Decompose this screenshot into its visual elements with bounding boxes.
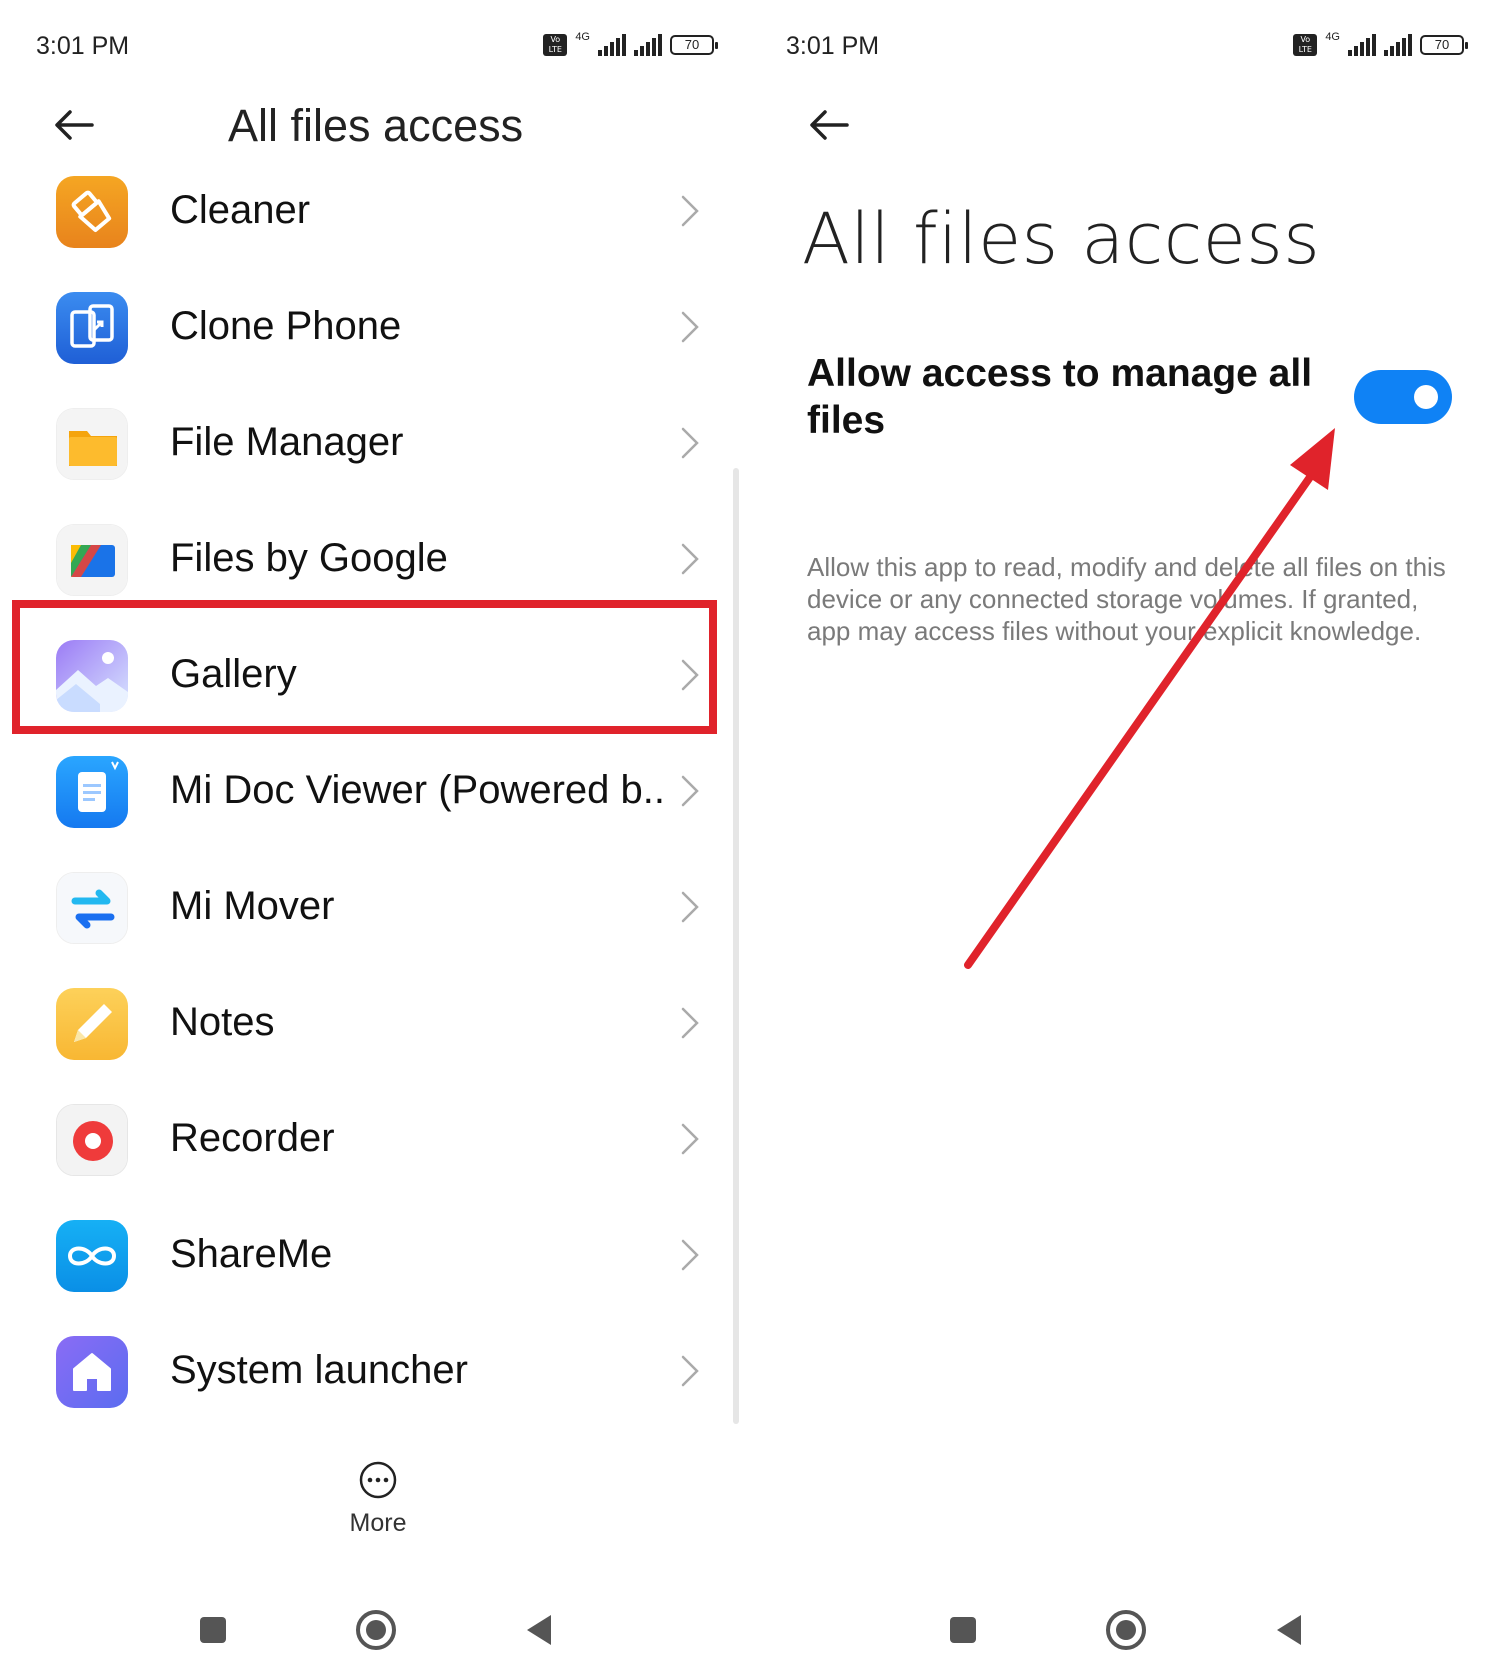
app-name: Files by Google <box>170 536 448 580</box>
app-name: File Manager <box>170 420 404 464</box>
nav-back-button[interactable] <box>515 1605 565 1655</box>
mi-doc-viewer-icon <box>56 756 128 828</box>
more-options-icon <box>359 1461 397 1499</box>
battery-icon: 70 <box>670 35 718 55</box>
chevron-right-icon <box>680 1354 700 1388</box>
triangle-back-icon <box>527 1615 551 1645</box>
app-name: Recorder <box>170 1116 335 1160</box>
mi-mover-icon <box>56 872 128 944</box>
files-by-google-icon <box>56 524 128 596</box>
allow-access-toggle[interactable] <box>1354 370 1452 424</box>
status-bar: 3:01 PM Vo LTE 4G 70 <box>36 30 718 66</box>
volte-icon: Vo LTE <box>1293 34 1318 56</box>
volte-icon: Vo LTE <box>543 34 568 56</box>
shareme-icon <box>56 1220 128 1292</box>
app-list: Cleaner Clone Phone File Manager Files b… <box>0 152 720 1428</box>
back-button[interactable] <box>805 100 855 150</box>
notes-icon <box>56 988 128 1060</box>
app-list-screen: 3:01 PM Vo LTE 4G 70 All files access Cle… <box>0 0 750 1667</box>
network-type: 4G <box>575 31 590 43</box>
list-item-mi-doc-viewer[interactable]: Mi Doc Viewer (Powered b.. <box>0 732 720 848</box>
status-indicators: Vo LTE 4G 70 <box>1293 31 1468 56</box>
home-button[interactable] <box>351 1605 401 1655</box>
status-time: 3:01 PM <box>36 32 130 60</box>
page-title: All files access <box>228 100 524 151</box>
setting-label: Allow access to manage all files <box>807 352 1313 442</box>
app-name: Notes <box>170 1000 275 1044</box>
chevron-right-icon <box>680 1238 700 1272</box>
list-item-recorder[interactable]: Recorder <box>0 1080 720 1196</box>
status-time: 3:01 PM <box>786 32 880 60</box>
signal-icon <box>1348 34 1376 56</box>
chevron-right-icon <box>680 194 700 228</box>
file-manager-icon <box>56 408 128 480</box>
app-name: ShareMe <box>170 1232 333 1276</box>
chevron-right-icon <box>680 426 700 460</box>
battery-icon: 70 <box>1420 35 1468 55</box>
status-bar: 3:01 PM Vo LTE 4G 70 <box>786 30 1468 66</box>
list-item-shareme[interactable]: ShareMe <box>0 1196 720 1312</box>
navigation-bar <box>0 1605 750 1655</box>
recorder-icon <box>56 1104 128 1176</box>
chevron-right-icon <box>680 310 700 344</box>
list-item-file-manager[interactable]: File Manager <box>0 384 720 500</box>
chevron-right-icon <box>680 774 700 808</box>
recent-apps-button[interactable] <box>938 1605 988 1655</box>
signal-icon-2 <box>1384 34 1412 56</box>
app-name: Mi Mover <box>170 884 335 928</box>
network-type: 4G <box>1325 31 1340 43</box>
list-item-mi-mover[interactable]: Mi Mover <box>0 848 720 964</box>
permission-description: Allow this app to read, modify and delet… <box>807 552 1446 646</box>
scrollbar[interactable] <box>733 468 739 1424</box>
highlight-box-annotation <box>12 600 717 734</box>
recent-apps-button[interactable] <box>188 1605 238 1655</box>
app-name: Mi Doc Viewer (Powered b.. <box>170 768 665 812</box>
list-item-clone-phone[interactable]: Clone Phone <box>0 268 720 384</box>
signal-icon <box>598 34 626 56</box>
system-launcher-icon <box>56 1336 128 1408</box>
list-item-system-launcher[interactable]: System launcher <box>0 1312 720 1428</box>
circle-icon <box>356 1610 396 1650</box>
triangle-back-icon <box>1277 1615 1301 1645</box>
signal-icon-2 <box>634 34 662 56</box>
list-item-notes[interactable]: Notes <box>0 964 720 1080</box>
chevron-right-icon <box>680 1006 700 1040</box>
chevron-right-icon <box>680 542 700 576</box>
square-icon <box>950 1617 976 1643</box>
nav-back-button[interactable] <box>1265 1605 1315 1655</box>
circle-icon <box>1106 1610 1146 1650</box>
status-indicators: Vo LTE 4G 70 <box>543 31 718 56</box>
app-name: System launcher <box>170 1348 468 1392</box>
navigation-bar <box>750 1605 1500 1655</box>
list-item-cleaner[interactable]: Cleaner <box>0 152 720 268</box>
home-button[interactable] <box>1101 1605 1151 1655</box>
back-arrow-icon <box>810 110 849 140</box>
cleaner-icon <box>56 176 128 248</box>
toggle-knob <box>1414 385 1438 409</box>
app-name: Cleaner <box>170 188 311 232</box>
page-title: All files access <box>802 198 1321 280</box>
chevron-right-icon <box>680 1122 700 1156</box>
more-label: More <box>349 1509 407 1537</box>
back-button[interactable] <box>50 100 100 150</box>
more-button[interactable]: More <box>336 1460 420 1538</box>
app-name: Clone Phone <box>170 304 402 348</box>
list-item-files-by-google[interactable]: Files by Google <box>0 500 720 616</box>
square-icon <box>200 1617 226 1643</box>
back-arrow-icon <box>55 110 94 140</box>
clone-phone-icon <box>56 292 128 364</box>
permission-detail-screen: 3:01 PM Vo LTE 4G 70 All files access All… <box>750 0 1500 1667</box>
chevron-right-icon <box>680 890 700 924</box>
